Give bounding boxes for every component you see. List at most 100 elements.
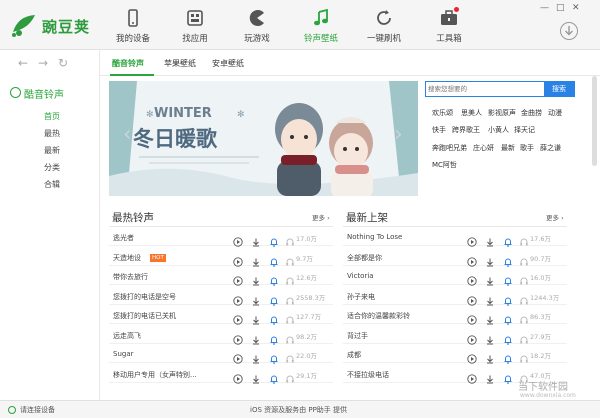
set-ringtone-icon[interactable]	[503, 232, 513, 247]
tag-link[interactable]: 影视原声	[488, 108, 516, 118]
tag-link[interactable]: 择天记	[514, 125, 535, 135]
download-icon[interactable]	[485, 252, 495, 266]
set-ringtone-icon[interactable]	[503, 291, 513, 306]
set-ringtone-icon[interactable]	[269, 291, 279, 306]
play-icon[interactable]	[467, 232, 477, 247]
ringtone-row[interactable]: 您拨打的电话已关机 127.7万	[109, 307, 333, 325]
back-arrow-icon[interactable]: ←	[18, 56, 28, 70]
set-ringtone-icon[interactable]	[503, 310, 513, 325]
ringtone-row[interactable]: 带你去旅行 12.6万	[109, 268, 333, 286]
download-icon[interactable]	[485, 291, 495, 305]
play-icon[interactable]	[467, 310, 477, 325]
tag-link[interactable]: 欢乐颂	[432, 108, 453, 118]
sidebar-item-category[interactable]: 分类	[44, 162, 60, 173]
ringtone-row[interactable]: 适合你的温馨款彩铃 86.3万	[343, 307, 567, 325]
app-logo[interactable]: 豌豆荚	[10, 10, 100, 40]
ringtone-row[interactable]: 天造地设 HOT 9.7万	[109, 249, 333, 267]
scrollbar[interactable]	[592, 76, 597, 166]
tag-link[interactable]: MC阿哲	[432, 160, 457, 170]
set-ringtone-icon[interactable]	[269, 232, 279, 247]
maximize-icon[interactable]: □	[556, 3, 565, 13]
set-ringtone-icon[interactable]	[503, 330, 513, 345]
connect-device-link[interactable]: 请连接设备	[20, 405, 55, 415]
ringtone-row[interactable]: Sugar 22.0万	[109, 346, 333, 364]
sidebar-item-home[interactable]: 首页	[44, 111, 60, 122]
tag-link[interactable]: 歌手	[520, 143, 534, 153]
play-icon[interactable]	[233, 271, 243, 286]
set-ringtone-icon[interactable]	[503, 271, 513, 286]
nav-ringtones-wallpapers[interactable]: 铃声壁纸	[290, 0, 352, 50]
set-ringtone-icon[interactable]	[269, 310, 279, 325]
download-icon[interactable]	[251, 330, 261, 344]
download-icon[interactable]	[251, 369, 261, 383]
download-icon[interactable]	[485, 349, 495, 364]
ringtone-row[interactable]: 背过手 27.9万	[343, 327, 567, 345]
play-icon[interactable]	[467, 271, 477, 286]
new-list-more-link[interactable]: 更多 ›	[546, 212, 564, 222]
tab-android-wallpaper[interactable]: 安卓壁纸	[212, 58, 244, 69]
search-input[interactable]	[428, 82, 540, 96]
play-icon[interactable]	[467, 369, 477, 384]
download-manager-button[interactable]	[560, 22, 578, 40]
set-ringtone-icon[interactable]	[269, 252, 279, 267]
ringtone-row[interactable]: Nothing To Lose 17.6万	[343, 229, 567, 247]
carousel-prev-arrow[interactable]: ‹	[123, 122, 132, 147]
download-icon[interactable]	[251, 291, 261, 305]
set-ringtone-icon[interactable]	[269, 271, 279, 286]
download-icon[interactable]	[485, 232, 495, 247]
tag-link[interactable]: 薛之谦	[540, 143, 561, 153]
nav-find-apps[interactable]: 找应用	[164, 0, 226, 50]
ringtone-row[interactable]: 您拨打的电话是空号 2558.3万	[109, 288, 333, 306]
tag-link[interactable]: 金曲捞	[521, 108, 542, 118]
tab-apple-wallpaper[interactable]: 苹果壁纸	[164, 58, 196, 69]
set-ringtone-icon[interactable]	[269, 349, 279, 364]
close-icon[interactable]: ✕	[572, 3, 580, 13]
nav-toolbox[interactable]: 工具箱	[418, 0, 480, 50]
ringtone-row[interactable]: 成都 18.2万	[343, 346, 567, 364]
download-icon[interactable]	[485, 310, 495, 325]
tag-link[interactable]: 跨界歌王	[452, 125, 480, 135]
set-ringtone-icon[interactable]	[503, 369, 513, 384]
play-icon[interactable]	[233, 291, 243, 306]
play-icon[interactable]	[233, 349, 243, 364]
tag-link[interactable]: 庄心妍	[473, 143, 494, 153]
nav-one-click-flash[interactable]: 一键刷机	[353, 0, 415, 50]
nav-games[interactable]: 玩游戏	[226, 0, 288, 50]
carousel-next-arrow[interactable]: ›	[394, 122, 403, 147]
minimize-icon[interactable]: —	[540, 3, 549, 13]
download-icon[interactable]	[485, 369, 495, 383]
download-icon[interactable]	[485, 271, 495, 286]
set-ringtone-icon[interactable]	[269, 330, 279, 345]
tag-link[interactable]: 最新	[501, 143, 515, 153]
download-icon[interactable]	[251, 232, 261, 247]
forward-arrow-icon[interactable]: →	[38, 56, 48, 70]
tag-link[interactable]: 奔跑吧兄弟	[432, 143, 467, 153]
play-icon[interactable]	[233, 369, 243, 384]
set-ringtone-icon[interactable]	[503, 349, 513, 364]
tag-link[interactable]: 动漫	[548, 108, 562, 118]
reload-icon[interactable]: ↻	[58, 56, 68, 70]
play-icon[interactable]	[467, 252, 477, 267]
play-icon[interactable]	[233, 310, 243, 325]
ringtone-row[interactable]: 孙子来电 1244.3万	[343, 288, 567, 306]
play-icon[interactable]	[233, 330, 243, 345]
ringtone-row[interactable]: 逃光者 17.0万	[109, 229, 333, 247]
play-icon[interactable]	[233, 252, 243, 267]
set-ringtone-icon[interactable]	[503, 252, 513, 267]
play-icon[interactable]	[467, 291, 477, 306]
tag-link[interactable]: 小黄人	[488, 125, 509, 135]
sidebar-item-hottest[interactable]: 最热	[44, 128, 60, 139]
nav-my-device[interactable]: 我的设备	[102, 0, 164, 50]
ringtone-row[interactable]: 全部都是你 90.7万	[343, 249, 567, 267]
sidebar-item-collection[interactable]: 合辑	[44, 179, 60, 190]
tag-link[interactable]: 思美人	[461, 108, 482, 118]
banner-carousel[interactable]: ‹ › WINTER ✻ ✻ 冬日暖歌	[109, 81, 418, 196]
download-icon[interactable]	[251, 349, 261, 364]
set-ringtone-icon[interactable]	[269, 369, 279, 384]
download-icon[interactable]	[251, 252, 261, 266]
play-icon[interactable]	[467, 330, 477, 345]
sidebar-item-newest[interactable]: 最新	[44, 145, 60, 156]
hot-list-more-link[interactable]: 更多 ›	[312, 212, 330, 222]
download-icon[interactable]	[485, 330, 495, 344]
download-icon[interactable]	[251, 271, 261, 286]
